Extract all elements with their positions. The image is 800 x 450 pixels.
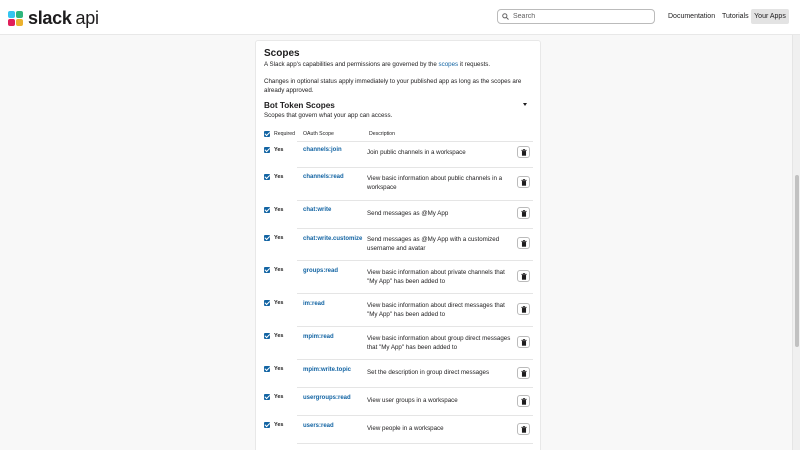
delete-scope-button[interactable] bbox=[517, 270, 530, 282]
scopes-link[interactable]: scopes bbox=[439, 61, 459, 68]
delete-scope-button[interactable] bbox=[517, 176, 530, 188]
nav-tutorials-link[interactable]: Tutorials bbox=[722, 9, 749, 24]
scope-name-link[interactable]: mpim:read bbox=[303, 334, 334, 340]
nav-documentation-link[interactable]: Documentation bbox=[668, 9, 715, 24]
trash-icon bbox=[520, 239, 527, 247]
delete-scope-button[interactable] bbox=[517, 423, 530, 435]
section-title: Scopes bbox=[264, 48, 300, 59]
scope-name-link[interactable]: chat:write bbox=[303, 207, 331, 213]
scope-name-link[interactable]: mpim:write.topic bbox=[303, 367, 351, 373]
required-checkbox[interactable] bbox=[264, 207, 270, 213]
required-label: Yes bbox=[274, 207, 284, 213]
delete-scope-button[interactable] bbox=[517, 237, 530, 249]
required-column-header: Required bbox=[274, 131, 296, 137]
required-label: Yes bbox=[274, 394, 284, 400]
trash-icon bbox=[520, 305, 527, 313]
delete-scope-button[interactable] bbox=[517, 207, 530, 219]
required-label: Yes bbox=[274, 333, 284, 339]
scope-name-link[interactable]: channels:read bbox=[303, 174, 344, 180]
logo-wordmark: slack api bbox=[28, 8, 99, 28]
scope-description: Set the description in group direct mess… bbox=[367, 369, 490, 376]
trash-icon bbox=[520, 338, 527, 346]
description-column-header: Description bbox=[369, 131, 395, 137]
scope-description: Join public channels in a workspace bbox=[367, 149, 466, 156]
optional-status-note: Changes in optional status apply immedia… bbox=[264, 78, 522, 94]
scrollbar-thumb[interactable] bbox=[795, 175, 799, 347]
trash-icon bbox=[520, 272, 527, 280]
bot-token-scopes-title: Bot Token Scopes bbox=[264, 101, 335, 110]
scopes-intro-text: A Slack app's capabilities and permissio… bbox=[264, 61, 491, 68]
required-label: Yes bbox=[274, 267, 284, 273]
delete-scope-button[interactable] bbox=[517, 367, 530, 379]
bot-token-scopes-subtitle: Scopes that govern what your app can acc… bbox=[264, 112, 393, 119]
required-checkbox[interactable] bbox=[264, 174, 270, 180]
scope-description: View user groups in a workspace bbox=[367, 397, 458, 404]
trash-icon bbox=[520, 369, 527, 377]
delete-scope-button[interactable] bbox=[517, 146, 530, 158]
scope-description: View basic information about public chan… bbox=[367, 175, 503, 191]
row-divider bbox=[297, 387, 533, 388]
required-checkbox[interactable] bbox=[264, 422, 270, 428]
row-divider bbox=[297, 293, 533, 294]
scope-description: View basic information about private cha… bbox=[367, 269, 505, 285]
scope-name-link[interactable]: chat:write.customize bbox=[303, 236, 362, 242]
row-divider bbox=[297, 415, 533, 416]
row-divider bbox=[297, 359, 533, 360]
required-label: Yes bbox=[274, 300, 284, 306]
scope-name-link[interactable]: channels:join bbox=[303, 147, 342, 153]
scope-description: View basic information about group direc… bbox=[367, 335, 511, 351]
row-divider bbox=[297, 200, 533, 201]
trash-icon bbox=[520, 397, 527, 405]
row-divider bbox=[297, 141, 533, 142]
required-checkbox[interactable] bbox=[264, 147, 270, 153]
search-box[interactable] bbox=[497, 9, 655, 24]
delete-scope-button[interactable] bbox=[517, 395, 530, 407]
trash-icon bbox=[520, 209, 527, 217]
slack-logo-icon bbox=[8, 10, 24, 27]
scope-description: View people in a workspace bbox=[367, 425, 444, 432]
delete-scope-button[interactable] bbox=[517, 303, 530, 315]
required-label: Yes bbox=[274, 422, 284, 428]
required-checkbox[interactable] bbox=[264, 235, 270, 241]
row-divider bbox=[297, 260, 533, 261]
required-checkbox[interactable] bbox=[264, 300, 270, 306]
scope-name-link[interactable]: usergroups:read bbox=[303, 395, 351, 401]
scope-name-link[interactable]: users:read bbox=[303, 423, 334, 429]
scope-name-link[interactable]: im:read bbox=[303, 301, 325, 307]
trash-icon bbox=[520, 178, 527, 186]
required-label: Yes bbox=[274, 147, 284, 153]
scope-name-link[interactable]: groups:read bbox=[303, 268, 338, 274]
top-navigation-bar: slackapi Documentation Tutorials Your Ap… bbox=[0, 0, 800, 35]
trash-icon bbox=[520, 425, 527, 433]
slack-api-logo[interactable]: slack api bbox=[8, 8, 99, 29]
search-input[interactable] bbox=[513, 13, 653, 20]
row-divider bbox=[297, 443, 533, 444]
row-divider bbox=[297, 326, 533, 327]
delete-scope-button[interactable] bbox=[517, 336, 530, 348]
oauth-scope-column-header: OAuth Scope bbox=[303, 131, 334, 137]
scope-description: View basic information about direct mess… bbox=[367, 302, 505, 318]
search-icon bbox=[502, 13, 509, 20]
required-label: Yes bbox=[274, 235, 284, 241]
trash-icon bbox=[520, 148, 527, 156]
select-all-required-checkbox[interactable] bbox=[264, 131, 270, 137]
required-checkbox[interactable] bbox=[264, 394, 270, 400]
page-scrollbar[interactable] bbox=[792, 35, 800, 450]
required-label: Yes bbox=[274, 366, 284, 372]
scope-description: Send messages as @My App bbox=[367, 210, 449, 217]
nav-your-apps-button[interactable]: Your Apps bbox=[751, 9, 789, 24]
row-divider bbox=[297, 228, 533, 229]
required-label: Yes bbox=[274, 174, 284, 180]
required-checkbox[interactable] bbox=[264, 366, 270, 372]
caret-down-icon[interactable] bbox=[523, 103, 527, 106]
row-divider bbox=[297, 167, 533, 168]
scope-description: Send messages as @My App with a customiz… bbox=[367, 236, 500, 252]
required-checkbox[interactable] bbox=[264, 333, 270, 339]
required-checkbox[interactable] bbox=[264, 267, 270, 273]
